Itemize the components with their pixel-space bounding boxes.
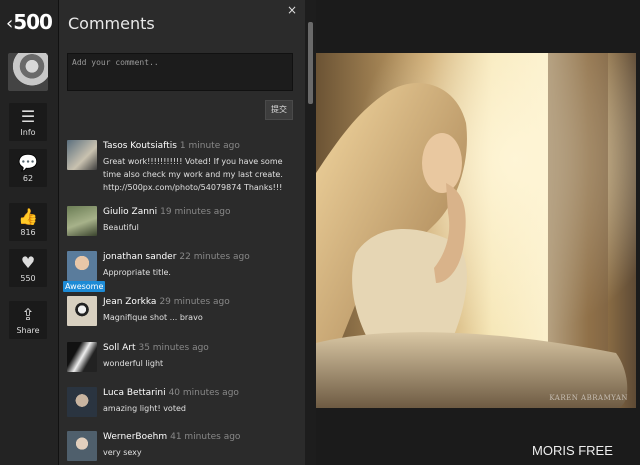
comment-text: wonderful light bbox=[103, 359, 164, 368]
share-icon: ⇪ bbox=[21, 305, 35, 324]
logo[interactable]: ‹500 bbox=[6, 10, 53, 38]
thumbs-up-icon: 👍 bbox=[18, 207, 38, 226]
comment-time: 35 minutes ago bbox=[138, 343, 209, 353]
commenter-name[interactable]: Luca Bettarini bbox=[103, 388, 166, 398]
menu-icon: ☰ bbox=[20, 107, 36, 126]
close-icon[interactable]: × bbox=[287, 3, 297, 17]
app-window: ‹500 ☰ Info 💬 62 👍 816 ♥ 550 ⇪ Share Com… bbox=[0, 0, 640, 465]
comment-meta: Giulio Zanni 19 minutes ago bbox=[103, 207, 230, 217]
panel-scrollbar[interactable] bbox=[305, 0, 316, 465]
commenter-avatar[interactable] bbox=[67, 251, 97, 281]
commenter-avatar[interactable] bbox=[67, 431, 97, 461]
commenter-name[interactable]: WernerBoehm bbox=[103, 432, 167, 442]
comment-time: 19 minutes ago bbox=[160, 207, 231, 217]
comments-panel: Comments × Add your comment.. 提交 Tasos K… bbox=[59, 0, 305, 465]
share-label: Share bbox=[16, 326, 40, 335]
comment-text: Appropriate title. bbox=[103, 268, 171, 277]
commenter-avatar[interactable] bbox=[67, 387, 97, 417]
comment-input[interactable]: Add your comment.. bbox=[67, 53, 293, 91]
comment-time: 29 minutes ago bbox=[159, 297, 230, 307]
comment-text: very sexy bbox=[103, 448, 142, 457]
comment-time: 41 minutes ago bbox=[170, 432, 241, 442]
heart-icon: ♥ bbox=[20, 253, 36, 272]
comment-text: Magnifique shot ... bravo bbox=[103, 313, 203, 322]
photo-watermark: KAREN ABRAMYAN bbox=[549, 394, 628, 402]
favorites-count: 550 bbox=[20, 274, 36, 283]
commenter-avatar[interactable] bbox=[67, 342, 97, 372]
comment-text: Great work!!!!!!!!!!! Voted! If you have… bbox=[103, 157, 283, 192]
photographer-name[interactable]: MORIS FREE bbox=[532, 443, 613, 458]
favorite-button[interactable]: ♥ 550 bbox=[9, 249, 47, 287]
like-button[interactable]: 👍 816 bbox=[9, 203, 47, 241]
speech-bubble-icon: 💬 bbox=[18, 153, 38, 172]
commenter-name[interactable]: Giulio Zanni bbox=[103, 207, 157, 217]
comment-text: Beautiful bbox=[103, 223, 139, 232]
comment-text: amazing light! voted bbox=[103, 404, 186, 413]
commenter-avatar[interactable] bbox=[67, 296, 97, 326]
back-icon[interactable]: ‹ bbox=[6, 13, 13, 34]
comment-time: 1 minute ago bbox=[179, 141, 240, 151]
comment-meta: Soll Art 35 minutes ago bbox=[103, 343, 209, 353]
comment-meta: WernerBoehm 41 minutes ago bbox=[103, 432, 240, 442]
comments-count: 62 bbox=[22, 174, 34, 183]
commenter-avatar[interactable] bbox=[67, 206, 97, 236]
comment-meta: Luca Bettarini 40 minutes ago bbox=[103, 388, 239, 398]
commenter-name[interactable]: jonathan sander bbox=[103, 252, 176, 262]
likes-count: 816 bbox=[20, 228, 36, 237]
photo-stage: KAREN ABRAMYAN bbox=[316, 0, 640, 465]
comment-time: 22 minutes ago bbox=[179, 252, 250, 262]
comment-meta: Tasos Koutsiaftis 1 minute ago bbox=[103, 141, 240, 151]
commenter-avatar[interactable] bbox=[67, 140, 97, 170]
submit-button[interactable]: 提交 bbox=[265, 100, 293, 120]
info-button[interactable]: ☰ Info bbox=[9, 103, 47, 141]
logo-text: 500 bbox=[13, 10, 53, 34]
comment-meta: Jean Zorkka 29 minutes ago bbox=[103, 297, 230, 307]
photographer-avatar[interactable] bbox=[8, 53, 48, 91]
commenter-name[interactable]: Soll Art bbox=[103, 343, 135, 353]
awesome-badge: Awesome bbox=[63, 281, 106, 292]
commenter-name[interactable]: Jean Zorkka bbox=[103, 297, 156, 307]
info-label: Info bbox=[20, 128, 36, 137]
photo-illustration bbox=[316, 53, 636, 408]
commenter-name[interactable]: Tasos Koutsiaftis bbox=[103, 141, 177, 151]
comments-button[interactable]: 💬 62 bbox=[9, 149, 47, 187]
main-photo[interactable]: KAREN ABRAMYAN bbox=[316, 53, 636, 408]
panel-title: Comments bbox=[68, 14, 155, 33]
share-button[interactable]: ⇪ Share bbox=[9, 301, 47, 339]
icon-rail: ‹500 ☰ Info 💬 62 👍 816 ♥ 550 ⇪ Share bbox=[0, 0, 59, 465]
scroll-thumb[interactable] bbox=[308, 22, 313, 104]
comment-time: 40 minutes ago bbox=[168, 388, 239, 398]
comment-meta: jonathan sander 22 minutes ago bbox=[103, 252, 250, 262]
